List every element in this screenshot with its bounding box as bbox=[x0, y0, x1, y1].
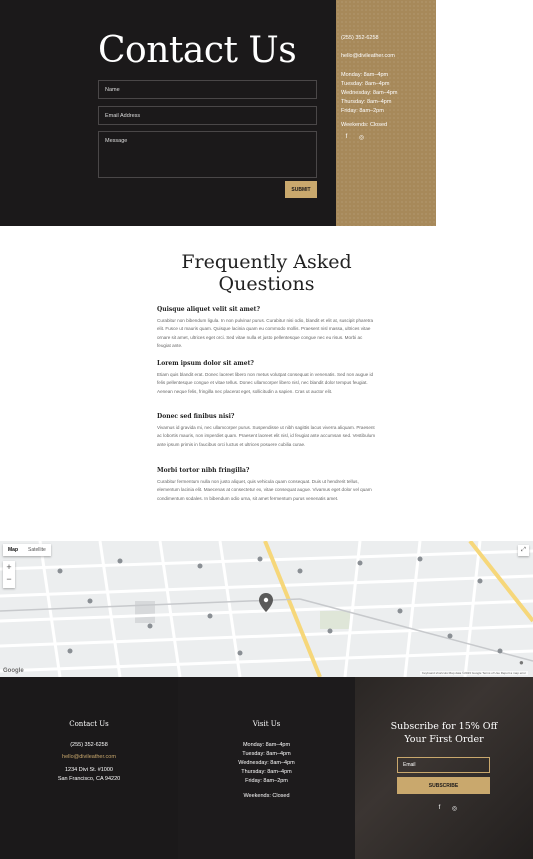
map-canvas[interactable] bbox=[0, 541, 533, 677]
footer-hours-tuesday: Tuesday: 8am–4pm bbox=[242, 751, 291, 757]
subscribe-button[interactable]: SUBSCRIBE bbox=[397, 777, 490, 794]
hours-thursday: Thursday: 8am–4pm bbox=[341, 99, 392, 105]
faq-answer: Vivamus id gravida mi, nec ullamcorper p… bbox=[157, 425, 376, 447]
embedded-map[interactable]: Map Satellite bbox=[0, 541, 533, 677]
footer-contact-column: Contact Us (255) 352-6258 hello@divileat… bbox=[0, 677, 178, 859]
zoom-controls: + − bbox=[3, 561, 15, 588]
submit-button[interactable]: SUBMIT bbox=[285, 181, 317, 198]
footer-hours-thursday: Thursday: 8am–4pm bbox=[241, 769, 292, 775]
map-credit[interactable]: Keyboard shortcuts Map data ©2023 Google… bbox=[420, 671, 529, 675]
subscribe-email-placeholder: Email bbox=[403, 762, 416, 768]
faq-question: Quisque aliquet velit sit amet? bbox=[157, 306, 260, 313]
footer-hours-weekend: Weekends: Closed bbox=[243, 793, 290, 799]
footer-contact-title: Contact Us bbox=[69, 720, 109, 728]
email-field[interactable]: Email Address bbox=[98, 106, 317, 125]
faq-item: Morbi tortor nibh fringilla? Curabitur f… bbox=[157, 467, 377, 503]
zoom-in-button[interactable]: + bbox=[3, 561, 15, 573]
faq-question: Morbi tortor nibh fringilla? bbox=[157, 467, 250, 474]
subscribe-title-line2: Your First Order bbox=[404, 734, 484, 745]
faq-title-line1: Frequently Asked bbox=[181, 251, 352, 273]
faq-answer: Curabitur non bibendum ligula. In non pu… bbox=[157, 318, 374, 349]
hours-friday: Friday: 8am–2pm bbox=[341, 108, 384, 114]
name-field[interactable]: Name bbox=[98, 80, 317, 99]
hours-monday: Monday: 8am–4pm bbox=[341, 72, 389, 78]
google-logo: Google bbox=[3, 668, 24, 674]
message-field[interactable]: Message bbox=[98, 131, 317, 178]
fullscreen-icon[interactable]: ⤢ bbox=[518, 545, 529, 556]
hours-weekend: Weekends: Closed bbox=[341, 122, 388, 128]
subscribe-email-field[interactable]: Email bbox=[397, 757, 490, 773]
footer-address-line1: 1234 Divi St. #1000 bbox=[64, 767, 113, 773]
faq-item: Lorem ipsum dolor sit amet? Etiam quis b… bbox=[157, 360, 377, 396]
hours-wednesday: Wednesday: 8am–4pm bbox=[341, 90, 398, 96]
footer-hours-monday: Monday: 8am–4pm bbox=[242, 742, 291, 748]
subscribe-title: Subscribe for 15% Off Your First Order bbox=[355, 720, 533, 746]
contact-phone[interactable]: (255) 352-6258 bbox=[341, 34, 379, 43]
footer-email[interactable]: hello@divileather.com bbox=[0, 753, 178, 762]
faq-answer: Etiam quis blandit erat. Donec laoreet l… bbox=[157, 372, 374, 394]
zoom-out-button[interactable]: − bbox=[3, 573, 15, 585]
name-placeholder: Name bbox=[105, 87, 120, 93]
page-title: Contact Us bbox=[98, 30, 297, 71]
contact-email[interactable]: hello@divileather.com bbox=[341, 52, 395, 61]
footer-address-line2: San Francisco, CA 94220 bbox=[57, 776, 121, 782]
faq-title-line2: Questions bbox=[218, 273, 315, 295]
faq-question: Donec sed finibus nisi? bbox=[157, 413, 235, 420]
footer-visit-column: Visit Us Monday: 8am–4pm Tuesday: 8am–4p… bbox=[178, 677, 355, 859]
message-placeholder: Message bbox=[105, 138, 128, 144]
email-placeholder: Email Address bbox=[105, 113, 141, 119]
hours-list: Monday: 8am–4pm Tuesday: 8am–4pm Wednesd… bbox=[341, 71, 397, 116]
instagram-icon[interactable]: ◎ bbox=[451, 805, 458, 812]
pegman-icon[interactable]: ● bbox=[519, 658, 524, 667]
social-links: f ◎ bbox=[343, 134, 365, 141]
faq-item: Quisque aliquet velit sit amet? Curabitu… bbox=[157, 306, 377, 351]
map-type-tabs: Map Satellite bbox=[3, 544, 51, 556]
map-tab-satellite[interactable]: Satellite bbox=[23, 544, 51, 556]
footer-phone[interactable]: (255) 352-6258 bbox=[0, 741, 178, 750]
faq-question: Lorem ipsum dolor sit amet? bbox=[157, 360, 254, 367]
facebook-icon[interactable]: f bbox=[436, 805, 443, 812]
footer-social-links: f ◎ bbox=[436, 805, 458, 812]
footer-hours-wednesday: Wednesday: 8am–4pm bbox=[238, 760, 295, 766]
hours-tuesday: Tuesday: 8am–4pm bbox=[341, 81, 390, 87]
subscribe-title-line1: Subscribe for 15% Off bbox=[390, 721, 498, 732]
facebook-icon[interactable]: f bbox=[343, 134, 350, 141]
faq-title: Frequently Asked Questions bbox=[0, 251, 533, 295]
footer-visit-title: Visit Us bbox=[252, 720, 281, 728]
faq-item: Donec sed finibus nisi? Vivamus id gravi… bbox=[157, 413, 377, 449]
footer-hours-friday: Friday: 8am–2pm bbox=[245, 778, 288, 784]
faq-answer: Curabitur fermentum nulla non justo aliq… bbox=[157, 479, 372, 501]
instagram-icon[interactable]: ◎ bbox=[358, 134, 365, 141]
map-tab-map[interactable]: Map bbox=[3, 544, 23, 556]
